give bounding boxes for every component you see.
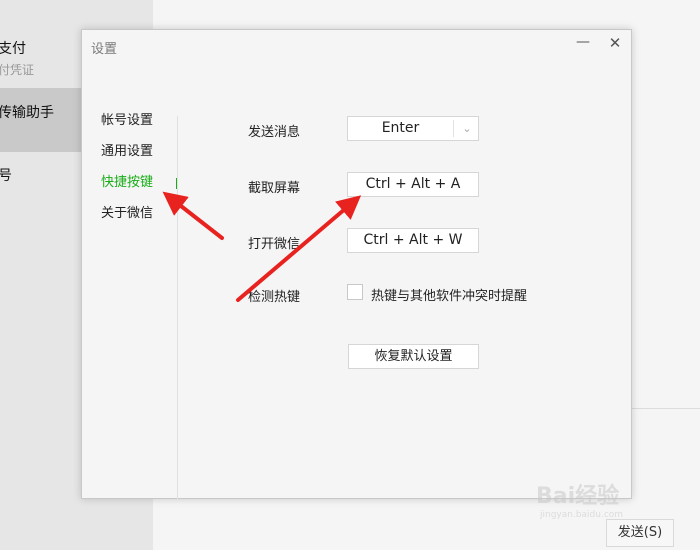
dialog-title: 设置 [91, 42, 118, 57]
nav-divider [177, 116, 178, 499]
screenshot-hotkey-field[interactable]: Ctrl + Alt + A [347, 172, 479, 197]
open-wechat-label: 打开微信 [248, 237, 301, 252]
send-message-value: Enter [381, 120, 420, 136]
chat-title: 传输助手 [0, 105, 54, 121]
nav-item-account[interactable]: 帐号设置 [101, 110, 153, 141]
send-button[interactable]: 发送(S) [606, 519, 674, 547]
watermark-url: jingyan.baidu.com [540, 510, 624, 520]
restore-defaults-button[interactable]: 恢复默认设置 [348, 344, 479, 369]
hotkey-conflict-label: 热键与其他软件冲突时提醒 [371, 289, 528, 304]
baidu-jingyan-watermark: Bai经验 jingyan.baidu.com [536, 468, 686, 523]
screenshot-label: 截取屏幕 [248, 181, 301, 196]
select-separator [453, 120, 454, 137]
settings-dialog: 设置 — ✕ 帐号设置 通用设置 快捷按键 关于微信 发送消息 Enter ⌄ … [81, 29, 632, 499]
hotkey-conflict-checkbox[interactable] [347, 284, 363, 300]
chat-preview: 付凭证 [0, 63, 35, 77]
chevron-down-icon[interactable]: ⌄ [458, 117, 476, 140]
minimize-icon[interactable]: — [574, 30, 592, 54]
detect-hotkeys-label: 检测热键 [248, 290, 301, 305]
chat-title: 号 [0, 168, 12, 184]
close-icon[interactable]: ✕ [606, 30, 624, 54]
nav-item-about[interactable]: 关于微信 [101, 203, 153, 234]
settings-nav: 帐号设置 通用设置 快捷按键 关于微信 [101, 110, 178, 234]
send-message-label: 发送消息 [248, 125, 301, 140]
send-message-select[interactable]: Enter ⌄ [347, 116, 479, 141]
nav-item-label: 快捷按键 [101, 175, 154, 190]
open-wechat-hotkey-field[interactable]: Ctrl + Alt + W [347, 228, 479, 253]
watermark-logo-text: Bai经验 [536, 484, 620, 509]
nav-item-shortcuts[interactable]: 快捷按键 [101, 172, 178, 203]
chat-title: 支付 [0, 41, 26, 57]
nav-item-general[interactable]: 通用设置 [101, 141, 153, 172]
